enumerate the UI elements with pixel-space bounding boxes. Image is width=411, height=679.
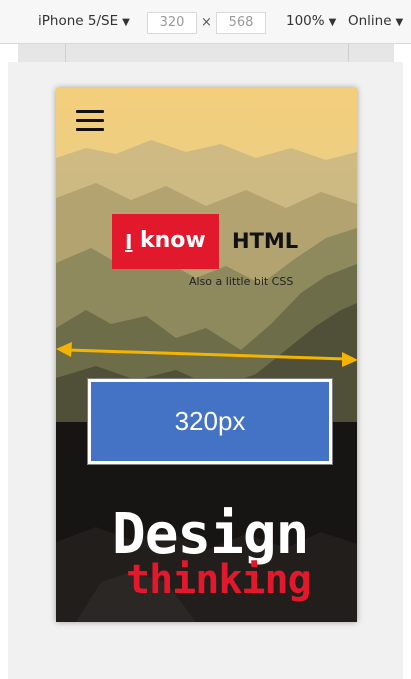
dropdown-caret-icon: ▼: [395, 17, 404, 28]
viewport-height-input[interactable]: 568: [216, 12, 266, 34]
width-label-box: 320px: [87, 378, 333, 465]
logo-i: I: [125, 230, 133, 254]
device-select[interactable]: iPhone 5/SE ▼: [38, 13, 130, 29]
network-select-label: Online: [348, 13, 392, 29]
device-toolbar: iPhone 5/SE ▼ 320 × 568 100% ▼ Online ▼: [0, 0, 411, 44]
ruler-mark: [65, 44, 66, 62]
dropdown-caret-icon: ▼: [122, 17, 130, 28]
zoom-select[interactable]: 100% ▼: [286, 13, 336, 29]
hamburger-bar: [76, 119, 104, 122]
hamburger-bar: [76, 110, 104, 113]
logo-know: know: [140, 228, 206, 253]
zoom-select-label: 100%: [286, 13, 325, 29]
ruler-mark: [348, 44, 349, 62]
hamburger-bar: [76, 128, 104, 131]
logo-badge[interactable]: I know: [112, 214, 219, 269]
tagline: Also a little bit CSS: [189, 275, 294, 288]
device-select-label: iPhone 5/SE: [38, 13, 119, 29]
hamburger-menu-icon[interactable]: [76, 110, 104, 132]
phone-viewport: I know HTML Also a little bit CSS Design…: [56, 88, 357, 622]
dropdown-caret-icon: ▼: [328, 17, 337, 28]
media-query-ruler[interactable]: [18, 44, 394, 62]
network-throttle-select[interactable]: Online ▼: [348, 13, 403, 29]
viewport-width-input[interactable]: 320: [147, 12, 197, 34]
dimension-separator: ×: [201, 15, 212, 30]
heading-thinking: thinking: [126, 557, 312, 603]
logo-html-text: HTML: [232, 229, 299, 253]
